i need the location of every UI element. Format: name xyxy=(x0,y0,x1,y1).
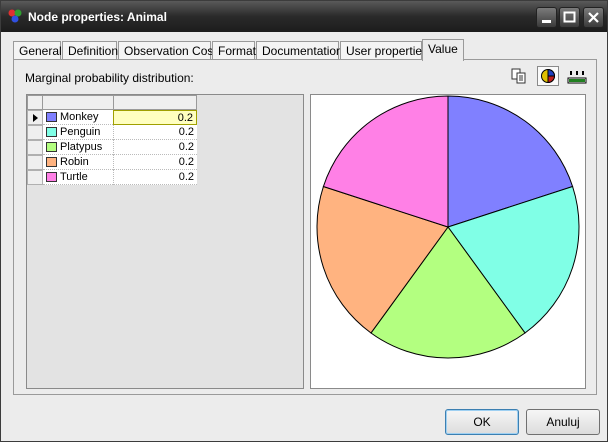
tab-definition[interactable]: Definition xyxy=(62,41,118,60)
minimize-icon xyxy=(542,20,551,23)
color-swatch xyxy=(46,157,57,167)
grid-row-penguin[interactable]: Penguin 0.2 xyxy=(27,125,197,140)
bar-chart-toggle[interactable] xyxy=(566,66,588,86)
ok-button[interactable]: OK xyxy=(445,409,519,435)
state-cell[interactable]: Penguin xyxy=(43,125,113,140)
maximize-icon xyxy=(563,11,576,23)
pie-chart-area xyxy=(310,94,586,389)
tab-format[interactable]: Format xyxy=(212,41,256,60)
grid-header-corner xyxy=(27,95,43,110)
probability-cell[interactable]: 0.2 xyxy=(113,155,197,170)
pie-chart-toggle[interactable] xyxy=(537,66,559,86)
color-swatch xyxy=(46,142,57,152)
pie-chart xyxy=(316,95,580,359)
current-row-arrow-icon xyxy=(33,114,38,122)
grid-header-state[interactable] xyxy=(42,95,114,110)
row-indicator xyxy=(27,155,43,170)
window-title: Node properties: Animal xyxy=(28,10,167,24)
grid-header xyxy=(27,95,197,110)
tab-documentation[interactable]: Documentation xyxy=(256,41,343,60)
row-indicator xyxy=(27,125,43,140)
state-name: Platypus xyxy=(60,141,103,153)
state-cell[interactable]: Robin xyxy=(43,155,113,170)
row-indicator xyxy=(27,110,43,125)
state-cell[interactable]: Monkey xyxy=(43,110,113,125)
title-bar[interactable]: Node properties: Animal xyxy=(1,1,607,32)
probability-grid: Monkey 0.2 Penguin 0.2 Platypus 0.2 Robi… xyxy=(26,94,304,389)
row-indicator xyxy=(27,140,43,155)
bar-chart-icon xyxy=(567,71,587,84)
copy-icon xyxy=(511,68,526,84)
row-indicator xyxy=(27,170,43,185)
color-swatch xyxy=(46,127,57,137)
pie-chart-icon xyxy=(541,68,556,84)
grid-row-robin[interactable]: Robin 0.2 xyxy=(27,155,197,170)
probability-cell[interactable]: 0.2 xyxy=(113,140,197,155)
cancel-button[interactable]: Anuluj xyxy=(526,409,600,435)
grid-row-platypus[interactable]: Platypus 0.2 xyxy=(27,140,197,155)
value-tab-panel: Marginal probability distribution: Monke… xyxy=(13,59,597,395)
close-button[interactable] xyxy=(583,7,604,28)
grid-row-monkey[interactable]: Monkey 0.2 xyxy=(27,110,197,125)
app-network-icon xyxy=(8,9,22,23)
marginal-distribution-label: Marginal probability distribution: xyxy=(25,71,194,85)
tab-value[interactable]: Value xyxy=(422,39,464,61)
close-icon xyxy=(588,12,599,23)
grid-row-turtle[interactable]: Turtle 0.2 xyxy=(27,170,197,185)
color-swatch xyxy=(46,112,57,122)
node-properties-dialog: Node properties: Animal General Definiti… xyxy=(0,0,608,442)
state-name: Robin xyxy=(60,156,89,168)
state-cell[interactable]: Platypus xyxy=(43,140,113,155)
state-cell[interactable]: Turtle xyxy=(43,170,113,185)
probability-cell[interactable]: 0.2 xyxy=(113,110,197,125)
state-name: Monkey xyxy=(60,111,99,123)
probability-cell[interactable]: 0.2 xyxy=(113,170,197,185)
maximize-button[interactable] xyxy=(559,7,580,28)
state-name: Penguin xyxy=(60,126,101,138)
copy-button[interactable] xyxy=(508,66,530,86)
tab-general[interactable]: General xyxy=(13,41,62,60)
state-name: Turtle xyxy=(60,171,88,183)
color-swatch xyxy=(46,172,57,182)
probability-cell[interactable]: 0.2 xyxy=(113,125,197,140)
minimize-button[interactable] xyxy=(536,7,557,28)
tab-user-properties[interactable]: User properties xyxy=(340,41,428,60)
tab-observation-cost[interactable]: Observation Cost xyxy=(118,41,217,60)
grid-header-value[interactable] xyxy=(113,95,197,110)
